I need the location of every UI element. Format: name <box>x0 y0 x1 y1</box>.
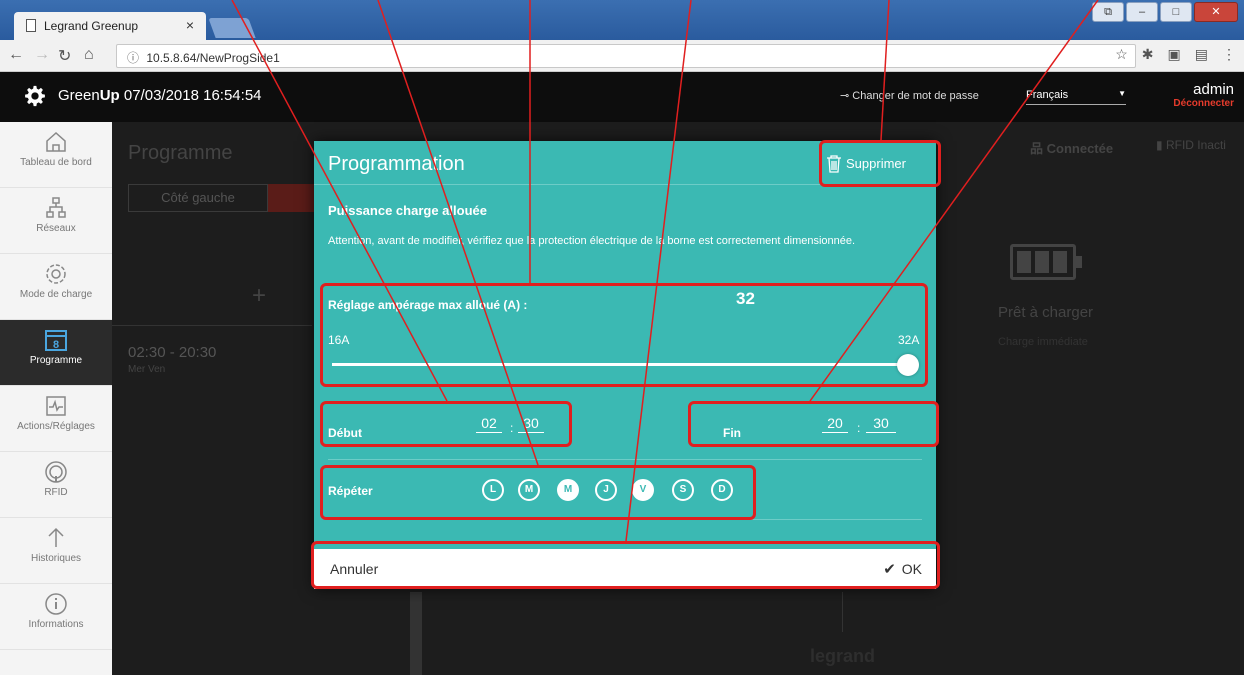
sidebar-item-label: Mode de charge <box>19 289 93 300</box>
sidebar-item-label: RFID <box>44 487 68 498</box>
brand-bold: Up <box>99 87 120 104</box>
annotation-box-delete <box>819 140 941 187</box>
bookmark-star-icon[interactable]: ☆ <box>1115 46 1128 63</box>
sidebar-item-label: Tableau de bord <box>20 157 92 168</box>
tab-title: Legrand Greenup <box>44 19 139 33</box>
page-icon <box>26 19 36 32</box>
window-controls: ⧉ – □ ✕ <box>1092 2 1238 22</box>
settings-gear-icon <box>46 264 66 284</box>
sidebar-item-rfid[interactable]: RFID <box>0 452 112 518</box>
info-icon <box>45 593 67 615</box>
annotation-box-start <box>320 401 572 447</box>
sidebar-item-programme[interactable]: 8 Programme <box>0 320 112 386</box>
change-password-link[interactable]: ⊸ Changer de mot de passe <box>840 89 979 102</box>
new-tab-button[interactable] <box>208 18 256 38</box>
annotation-box-end <box>688 401 939 447</box>
sidebar-item-history[interactable]: Historiques <box>0 518 112 584</box>
language-select[interactable]: Français ▼ <box>1026 89 1126 105</box>
sidebar-item-dashboard[interactable]: Tableau de bord <box>0 122 112 188</box>
network-status-icon: 品 <box>1030 141 1044 156</box>
gear-icon[interactable] <box>24 85 46 107</box>
warning-text: Attention, avant de modifier, vérifiez q… <box>328 235 856 247</box>
sidebar-item-networks[interactable]: Réseaux <box>0 188 112 254</box>
network-icon <box>46 197 66 218</box>
annotation-box-amperage <box>320 283 928 387</box>
app-brand: GreenUp 07/03/2018 16:54:54 <box>58 87 262 104</box>
add-program-icon: + <box>252 282 267 309</box>
maximize-icon[interactable]: □ <box>1160 2 1192 22</box>
screenshot-root: Legrand Greenup × ⧉ – □ ✕ ← → ↻ ⌂ ⓘ 10.5… <box>0 0 1244 675</box>
change-password-label: Changer de mot de passe <box>852 90 979 102</box>
svg-text:8: 8 <box>53 339 59 351</box>
rfid-status: ▮ RFID Inacti <box>1156 138 1226 152</box>
app-header: GreenUp 07/03/2018 16:54:54 ⊸ Changer de… <box>0 72 1244 122</box>
brand-prefix: Green <box>58 87 100 104</box>
connection-status: 品 Connectée <box>1030 138 1113 157</box>
sidebar-item-actions[interactable]: Actions/Réglages <box>0 386 112 452</box>
divider <box>842 592 843 632</box>
logout-link[interactable]: Déconnecter <box>1173 98 1234 109</box>
browser-toolbar: ← → ↻ ⌂ ⓘ 10.5.8.64/NewProgSide1 ☆ ✱ ▣ ▤… <box>0 40 1244 72</box>
toolbar-icons: ☆ ✱ ▣ ▤ ⋮ <box>1115 46 1236 63</box>
url-text: 10.5.8.64/NewProgSide1 <box>146 51 280 65</box>
annotation-box-repeat <box>320 465 756 520</box>
calendar-icon: 8 <box>45 330 67 351</box>
username: admin <box>1193 81 1234 98</box>
extension-icon[interactable]: ✱ <box>1142 46 1154 63</box>
schedule-time: 02:30 - 20:30 <box>128 344 217 361</box>
chevron-down-icon: ▼ <box>1118 89 1126 98</box>
sidebar: Tableau de bord Réseaux Mode de charge 8… <box>0 122 112 675</box>
scrollbar <box>410 592 422 675</box>
extension-icon-2[interactable]: ▣ <box>1168 46 1181 63</box>
browser-tab[interactable]: Legrand Greenup × <box>14 12 206 40</box>
user-menu: admin Déconnecter <box>1173 81 1234 109</box>
sidebar-item-info[interactable]: Informations <box>0 584 112 650</box>
key-icon: ⊸ <box>840 90 850 102</box>
charge-status: Prêt à charger <box>998 304 1094 321</box>
rfid-status-label: RFID Inacti <box>1165 138 1226 152</box>
charge-mode: Charge immédiate <box>998 336 1088 348</box>
annotation-box-footer <box>311 541 940 589</box>
language-value: Français <box>1026 89 1069 101</box>
rfid-icon <box>45 461 67 483</box>
home-nav-icon[interactable]: ⌂ <box>84 46 94 64</box>
back-icon[interactable]: ← <box>8 46 24 64</box>
minimize-icon[interactable]: – <box>1126 2 1158 22</box>
legrand-logo: legrand <box>810 646 876 666</box>
sidebar-item-label: Programme <box>29 355 83 366</box>
restore-window-icon[interactable]: ⧉ <box>1092 2 1124 22</box>
browser-tabstrip: Legrand Greenup × ⧉ – □ ✕ <box>0 0 1244 40</box>
arrow-up-icon <box>48 527 64 547</box>
sidebar-item-label: Informations <box>28 619 84 630</box>
sidebar-item-label: Actions/Réglages <box>17 421 95 432</box>
reload-icon[interactable]: ↻ <box>58 46 71 66</box>
page-title: Programme <box>128 142 233 164</box>
sidebar-item-label: Réseaux <box>36 223 76 234</box>
site-info-icon[interactable]: ⓘ <box>127 51 139 65</box>
datetime: 07/03/2018 16:54:54 <box>123 87 262 104</box>
extension-icon-3[interactable]: ▤ <box>1195 46 1208 63</box>
sidebar-item-charge-mode[interactable]: Mode de charge <box>0 254 112 320</box>
schedule-days: Mer Ven <box>128 364 166 375</box>
connection-label: Connectée <box>1046 141 1114 156</box>
divider <box>112 325 312 326</box>
activity-icon <box>46 396 66 416</box>
menu-icon[interactable]: ⋮ <box>1222 46 1236 63</box>
battery-icon <box>1010 244 1082 280</box>
rfid-status-icon: ▮ <box>1156 138 1163 152</box>
close-tab-icon[interactable]: × <box>186 17 194 33</box>
power-section-title: Puissance charge allouée <box>328 203 487 218</box>
segment-left-side: Côté gauche <box>128 184 268 212</box>
dialog-title: Programmation <box>328 153 465 175</box>
address-bar[interactable]: ⓘ 10.5.8.64/NewProgSide1 <box>116 44 1136 68</box>
forward-icon[interactable]: → <box>34 46 50 64</box>
close-window-icon[interactable]: ✕ <box>1194 2 1238 22</box>
divider <box>328 459 922 460</box>
home-icon <box>46 131 66 152</box>
sidebar-item-label: Historiques <box>30 553 82 564</box>
